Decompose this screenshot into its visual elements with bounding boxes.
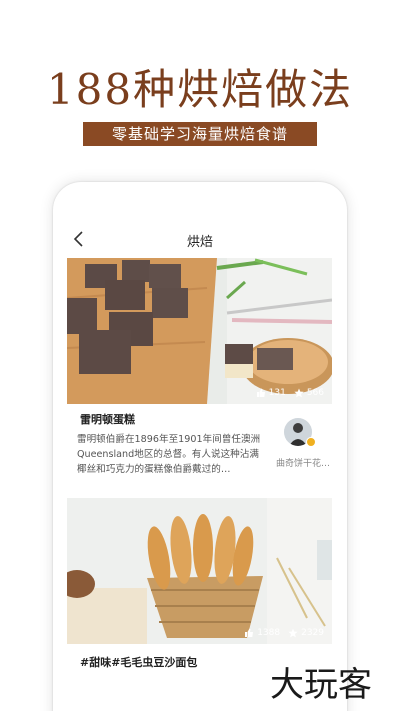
thumbs-up-icon [245, 628, 254, 637]
favorite-stat[interactable]: 566 [294, 388, 324, 398]
recipe-image-lamington[interactable]: 131 566 [67, 258, 332, 404]
favorite-count: 566 [306, 388, 324, 398]
favorite-count: 2329 [301, 628, 324, 638]
like-stat[interactable]: 131 [256, 388, 286, 398]
promo-ribbon: 零基础学习海量烘焙食谱 [83, 122, 317, 146]
recipe-title[interactable]: #甜味#毛毛虫豆沙面包 [80, 654, 197, 670]
top-navbar: 烘焙 [53, 222, 347, 258]
card-stats: 1388 2329 [244, 628, 324, 638]
phone-frame: 烘焙 131 566 雷明顿蛋糕 雷明顿伯爵在1896年至1901年间曾任澳洲Q… [53, 182, 347, 711]
verified-badge-icon [306, 437, 316, 447]
like-count: 131 [268, 388, 286, 398]
page-title: 烘焙 [186, 235, 213, 250]
promo-headline: 188种烘焙做法 [46, 65, 354, 114]
like-stat[interactable]: 1388 [244, 628, 280, 638]
thumbs-up-icon [256, 388, 265, 397]
recipe-title[interactable]: 雷明顿蛋糕 [80, 411, 135, 427]
author-name[interactable]: 曲奇饼干花… [271, 456, 335, 469]
star-icon [288, 628, 298, 638]
watermark-text: 大玩客 [270, 665, 372, 704]
watermark-logo: 大玩客 [270, 665, 372, 704]
favorite-stat[interactable]: 2329 [288, 628, 324, 638]
recipe-image-bread[interactable]: 1388 2329 [67, 498, 332, 644]
recipe-description: 雷明顿伯爵在1896年至1901年间曾任澳洲Queensland地区的总督。有人… [77, 434, 261, 475]
star-icon [294, 388, 304, 398]
card-stats: 131 566 [256, 388, 324, 398]
like-count: 1388 [257, 628, 281, 638]
